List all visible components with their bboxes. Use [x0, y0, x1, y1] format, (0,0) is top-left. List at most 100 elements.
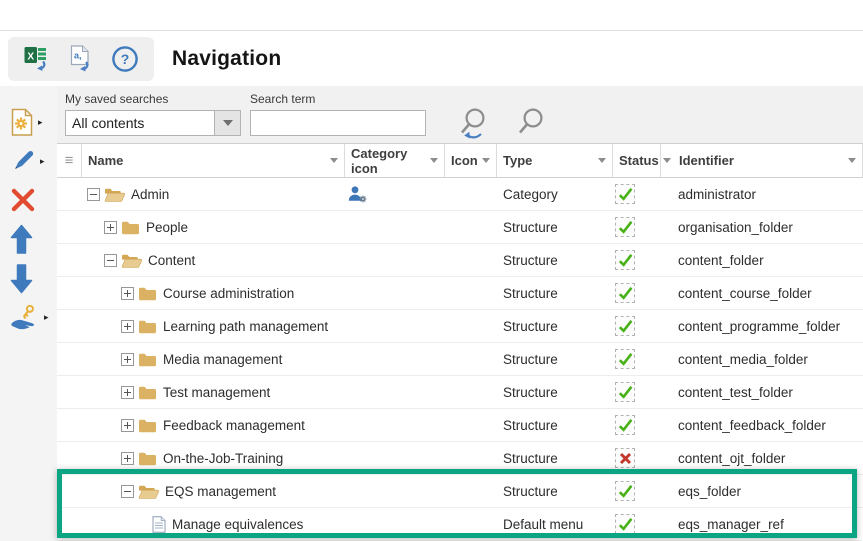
identifier-cell: administrator	[660, 187, 863, 202]
search-button[interactable]	[515, 105, 546, 140]
name-cell[interactable]: Manage equivalences	[81, 508, 344, 540]
table-header: ≡ NameCategory icon Icon Type Status Identif…	[57, 143, 863, 178]
identifier-cell: content_course_folder	[660, 286, 863, 301]
column-header-category-icon[interactable]: Category icon	[345, 144, 445, 177]
new-item-button[interactable]: ▸	[0, 106, 57, 138]
delete-button[interactable]	[0, 184, 57, 216]
tree-indent	[81, 227, 104, 228]
identifier-cell: content_media_folder	[660, 352, 863, 367]
status-cell	[612, 349, 660, 369]
folder-open-icon	[104, 187, 125, 202]
edit-button[interactable]: ▸	[0, 145, 57, 177]
folder-closed-icon	[138, 352, 157, 367]
export-toolbar: X a,	[8, 37, 154, 81]
status-cell	[612, 283, 660, 303]
name-cell[interactable]: Test management	[81, 376, 344, 408]
name-cell[interactable]: Content	[81, 244, 344, 276]
identifier-cell: content_feedback_folder	[660, 418, 863, 433]
column-filter-icon[interactable]	[482, 158, 490, 163]
type-cell: Structure	[496, 484, 612, 499]
column-header-icon[interactable]: Icon	[445, 144, 497, 177]
table-row[interactable]: Feedback managementStructurecontent_feed…	[57, 409, 863, 442]
column-label: Identifier	[679, 153, 734, 168]
move-down-icon	[10, 263, 33, 294]
move-up-button[interactable]	[0, 223, 57, 255]
name-cell[interactable]: Learning path management	[81, 310, 344, 342]
tree-indent	[81, 359, 121, 360]
row-name-label: Learning path management	[163, 319, 328, 334]
row-name-label: People	[146, 220, 188, 235]
row-name-label: Manage equivalences	[172, 517, 303, 532]
help-button[interactable]: ?	[110, 44, 140, 74]
table-row[interactable]: Manage equivalencesDefault menueqs_manag…	[57, 508, 863, 541]
name-cell[interactable]: People	[81, 211, 344, 243]
column-header-status[interactable]: Status	[613, 144, 661, 177]
expand-icon[interactable]	[121, 353, 134, 366]
search-band: My saved searches All contents Search te…	[57, 86, 863, 143]
folder-closed-icon	[138, 319, 157, 334]
permissions-button[interactable]: ▸	[0, 301, 57, 333]
expand-icon[interactable]	[121, 386, 134, 399]
permissions-key-icon	[10, 303, 40, 331]
table-row[interactable]: Learning path managementStructurecontent…	[57, 310, 863, 343]
column-label: Type	[503, 153, 532, 168]
status-ok-icon	[615, 349, 635, 369]
expand-icon[interactable]	[121, 452, 134, 465]
expand-icon[interactable]	[121, 419, 134, 432]
collapse-icon[interactable]	[104, 254, 117, 267]
expand-icon[interactable]	[104, 221, 117, 234]
table-row[interactable]: EQS managementStructureeqs_folder	[57, 475, 863, 508]
table-row[interactable]: Admin Category administrator	[57, 178, 863, 211]
tree-indent	[81, 524, 152, 525]
submenu-arrow-icon: ▸	[38, 118, 43, 127]
name-cell[interactable]: EQS management	[81, 475, 344, 507]
column-filter-icon[interactable]	[598, 158, 606, 163]
name-cell[interactable]: Feedback management	[81, 409, 344, 441]
identifier-cell: content_ojt_folder	[660, 451, 863, 466]
column-label: Category icon	[351, 146, 426, 176]
svg-text:a,: a,	[74, 51, 82, 61]
column-filter-icon[interactable]	[848, 158, 856, 163]
row-name-label: Feedback management	[163, 418, 305, 433]
name-cell[interactable]: Admin	[81, 178, 344, 210]
folder-open-icon	[121, 253, 142, 268]
column-header-name[interactable]: Name	[82, 144, 345, 177]
table-row[interactable]: ContentStructurecontent_folder	[57, 244, 863, 277]
column-filter-icon[interactable]	[330, 158, 338, 163]
title-bar: X a,	[0, 31, 863, 86]
column-filter-icon[interactable]	[430, 158, 438, 163]
column-header-type[interactable]: Type	[497, 144, 613, 177]
collapse-icon[interactable]	[121, 485, 134, 498]
table-row[interactable]: Course administrationStructurecontent_co…	[57, 277, 863, 310]
excel-export-icon: X	[24, 45, 51, 72]
excel-export-button[interactable]: X	[22, 44, 52, 74]
identifier-cell: eqs_manager_ref	[660, 517, 863, 532]
name-cell[interactable]: On-the-Job-Training	[81, 442, 344, 474]
collapse-icon[interactable]	[87, 188, 100, 201]
page-title: Navigation	[172, 47, 281, 71]
table-row[interactable]: Test managementStructurecontent_test_fol…	[57, 376, 863, 409]
help-icon: ?	[111, 45, 139, 73]
dropdown-button[interactable]	[214, 111, 240, 135]
name-cell[interactable]: Media management	[81, 343, 344, 375]
table-row[interactable]: PeopleStructureorganisation_folder	[57, 211, 863, 244]
saved-searches-dropdown[interactable]: All contents	[65, 110, 241, 136]
status-ok-icon	[615, 316, 635, 336]
status-cell	[612, 514, 660, 534]
expand-icon[interactable]	[121, 287, 134, 300]
search-refresh-button[interactable]	[455, 105, 491, 143]
text-export-button[interactable]: a,	[66, 44, 96, 74]
folder-closed-icon	[138, 385, 157, 400]
column-header-identifier[interactable]: Identifier	[661, 144, 863, 177]
table-row[interactable]: Media managementStructurecontent_media_f…	[57, 343, 863, 376]
search-term-input[interactable]	[250, 110, 426, 136]
name-cell[interactable]: Course administration	[81, 277, 344, 309]
column-drag-handle-icon[interactable]: ≡	[57, 144, 82, 177]
type-cell: Category	[496, 187, 612, 202]
navigation-admin-screen: X a,	[0, 0, 863, 541]
svg-text:?: ?	[121, 51, 130, 67]
move-down-button[interactable]	[0, 262, 57, 294]
status-ok-icon	[615, 514, 635, 534]
table-row[interactable]: On-the-Job-TrainingStructurecontent_ojt_…	[57, 442, 863, 475]
expand-icon[interactable]	[121, 320, 134, 333]
